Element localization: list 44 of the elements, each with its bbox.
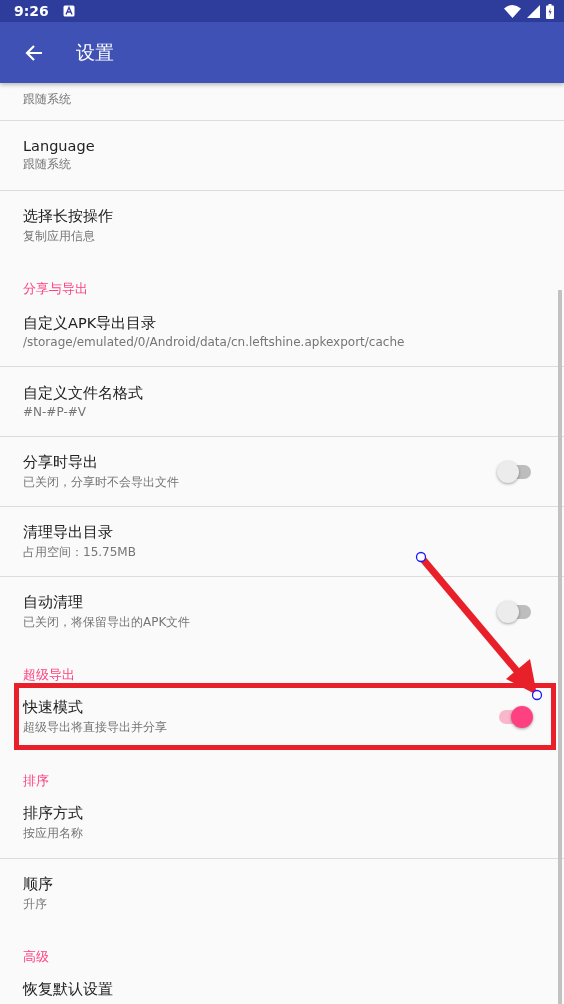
battery-icon [546, 3, 554, 19]
item-title: 分享时导出 [23, 452, 99, 472]
item-summary: 占用空间：15.75MB [23, 543, 137, 561]
settings-item[interactable]: 选择长按操作 复制应用信息 [0, 190, 564, 260]
item-title: 排序方式 [23, 804, 84, 823]
wifi-icon [504, 4, 521, 18]
settings-item[interactable]: 自定义APK导出目录 /storage/emulated/0/Android/data/cn.leftshine.apkexport/cache [0, 296, 564, 366]
item-title: 自动清理 [23, 592, 84, 612]
item-title: 自定义APK导出目录 [23, 313, 158, 333]
item-title: 清理导出目录 [23, 522, 114, 542]
screen-title: 设置 [76, 39, 114, 65]
status-time: 9:26 [14, 3, 49, 19]
signal-icon [527, 4, 540, 18]
item-title: 恢复默认设置 [23, 980, 114, 999]
settings-item[interactable]: 恢复默认设置 [0, 964, 564, 1004]
scrollbar[interactable] [558, 290, 562, 1004]
item-title: 自定义文件名格式 [23, 384, 144, 403]
toggle-switch[interactable] [497, 706, 533, 728]
item-summary: 跟随系统 [23, 156, 72, 173]
settings-item[interactable]: 排序方式 按应用名称 [0, 788, 564, 858]
item-summary: 超级导出将直接导出并分享 [23, 719, 168, 736]
item-summary: 跟随系统 [23, 92, 71, 106]
item-summary: 升序 [23, 895, 48, 913]
item-title: 快速模式 [23, 698, 84, 717]
back-button[interactable] [24, 42, 44, 63]
item-summary: /storage/emulated/0/Android/data/cn.leftshine.apkexport/cache [23, 334, 406, 349]
item-summary: #N-#P-#V [23, 405, 87, 419]
item-summary: 按应用名称 [23, 825, 84, 842]
settings-item[interactable]: 快速模式 超级导出将直接导出并分享 [0, 682, 564, 752]
toggle-switch[interactable] [497, 460, 533, 483]
category-header: 分享与导出 [23, 281, 88, 296]
category-header: 高级 [23, 949, 49, 964]
settings-item[interactable]: 跟随系统 [0, 83, 564, 120]
item-title: 选择长按操作 [23, 206, 114, 226]
item-title: 顺序 [23, 874, 54, 894]
notification-icon [62, 5, 75, 17]
category-header: 超级导出 [23, 667, 75, 682]
item-summary: 已关闭，分享时不会导出文件 [23, 473, 180, 491]
item-summary: 已关闭，将保留导出的APK文件 [23, 613, 192, 631]
item-title: Language [23, 138, 96, 154]
toggle-switch[interactable] [497, 600, 533, 623]
item-summary: 复制应用信息 [23, 227, 96, 245]
category-header: 排序 [23, 773, 49, 788]
settings-item[interactable]: Language 跟随系统 [0, 120, 564, 190]
